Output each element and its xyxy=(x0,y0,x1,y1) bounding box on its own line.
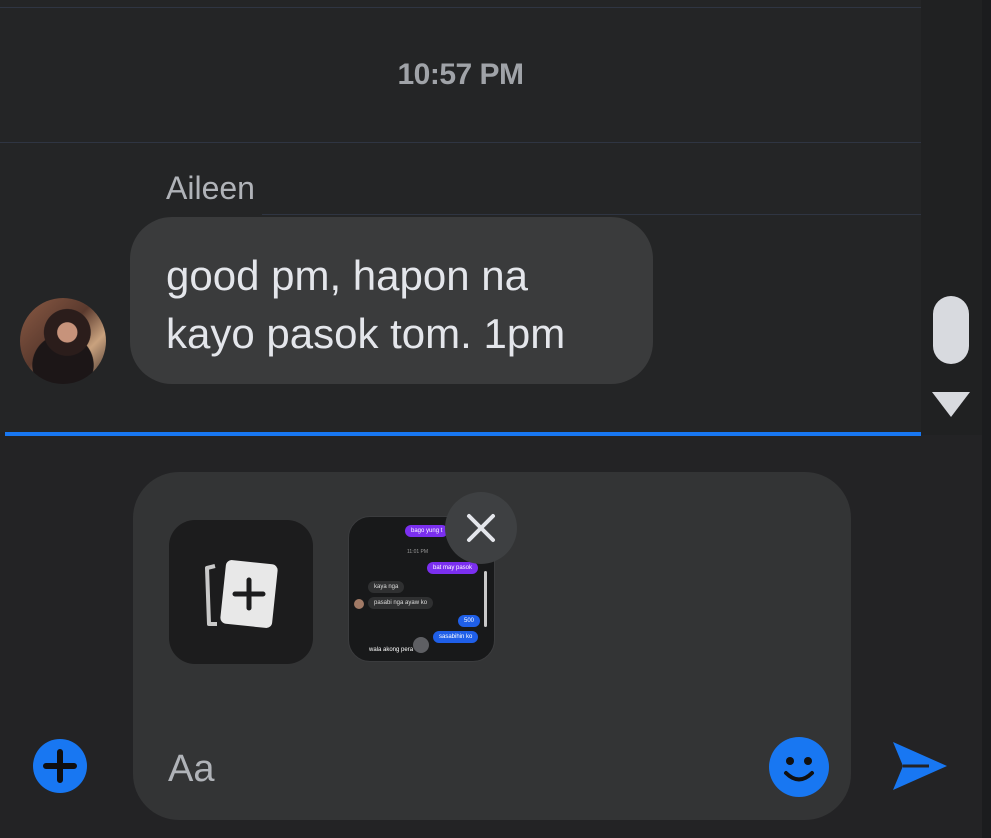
preview-message: sasabihin ko xyxy=(433,631,479,643)
message-bubble[interactable]: good pm, hapon na kayo pasok tom. 1pm xyxy=(130,217,653,384)
preview-message: bago yung t xyxy=(405,525,449,537)
preview-dot xyxy=(413,637,429,653)
remove-attachment-button[interactable] xyxy=(445,492,517,564)
triangle-down-icon[interactable] xyxy=(932,392,970,417)
add-attachment-button[interactable] xyxy=(169,520,313,664)
scrollbar[interactable] xyxy=(921,0,991,435)
sender-name: Aileen xyxy=(166,170,255,206)
close-icon xyxy=(467,514,495,542)
plus-circle-icon[interactable] xyxy=(32,738,88,794)
message-list: 10:57 PM Aileen good pm, hapon na kayo p… xyxy=(0,0,921,432)
preview-message: wala akong pera xyxy=(369,647,414,653)
preview-avatar xyxy=(354,599,364,609)
divider xyxy=(0,142,921,143)
divider xyxy=(0,7,921,8)
focus-divider xyxy=(5,432,921,436)
window-edge xyxy=(982,0,991,838)
avatar[interactable] xyxy=(20,298,106,384)
preview-message: 500 xyxy=(458,615,481,627)
message-input[interactable]: Aa xyxy=(168,748,214,791)
message-text: good pm, hapon na kayo pasok tom. 1pm xyxy=(166,252,566,357)
divider xyxy=(262,214,921,215)
smiley-icon[interactable] xyxy=(768,736,830,798)
add-image-icon xyxy=(205,560,278,628)
preview-message: kaya nga xyxy=(368,581,405,593)
send-arrow-icon[interactable] xyxy=(889,736,951,796)
scrollbar-thumb[interactable] xyxy=(933,296,969,364)
preview-scrollbar xyxy=(484,571,487,627)
preview-timestamp: 11:01 PM xyxy=(407,549,429,555)
preview-message: pasabi nga ayaw ko xyxy=(368,597,434,609)
message-timestamp: 10:57 PM xyxy=(397,58,524,91)
